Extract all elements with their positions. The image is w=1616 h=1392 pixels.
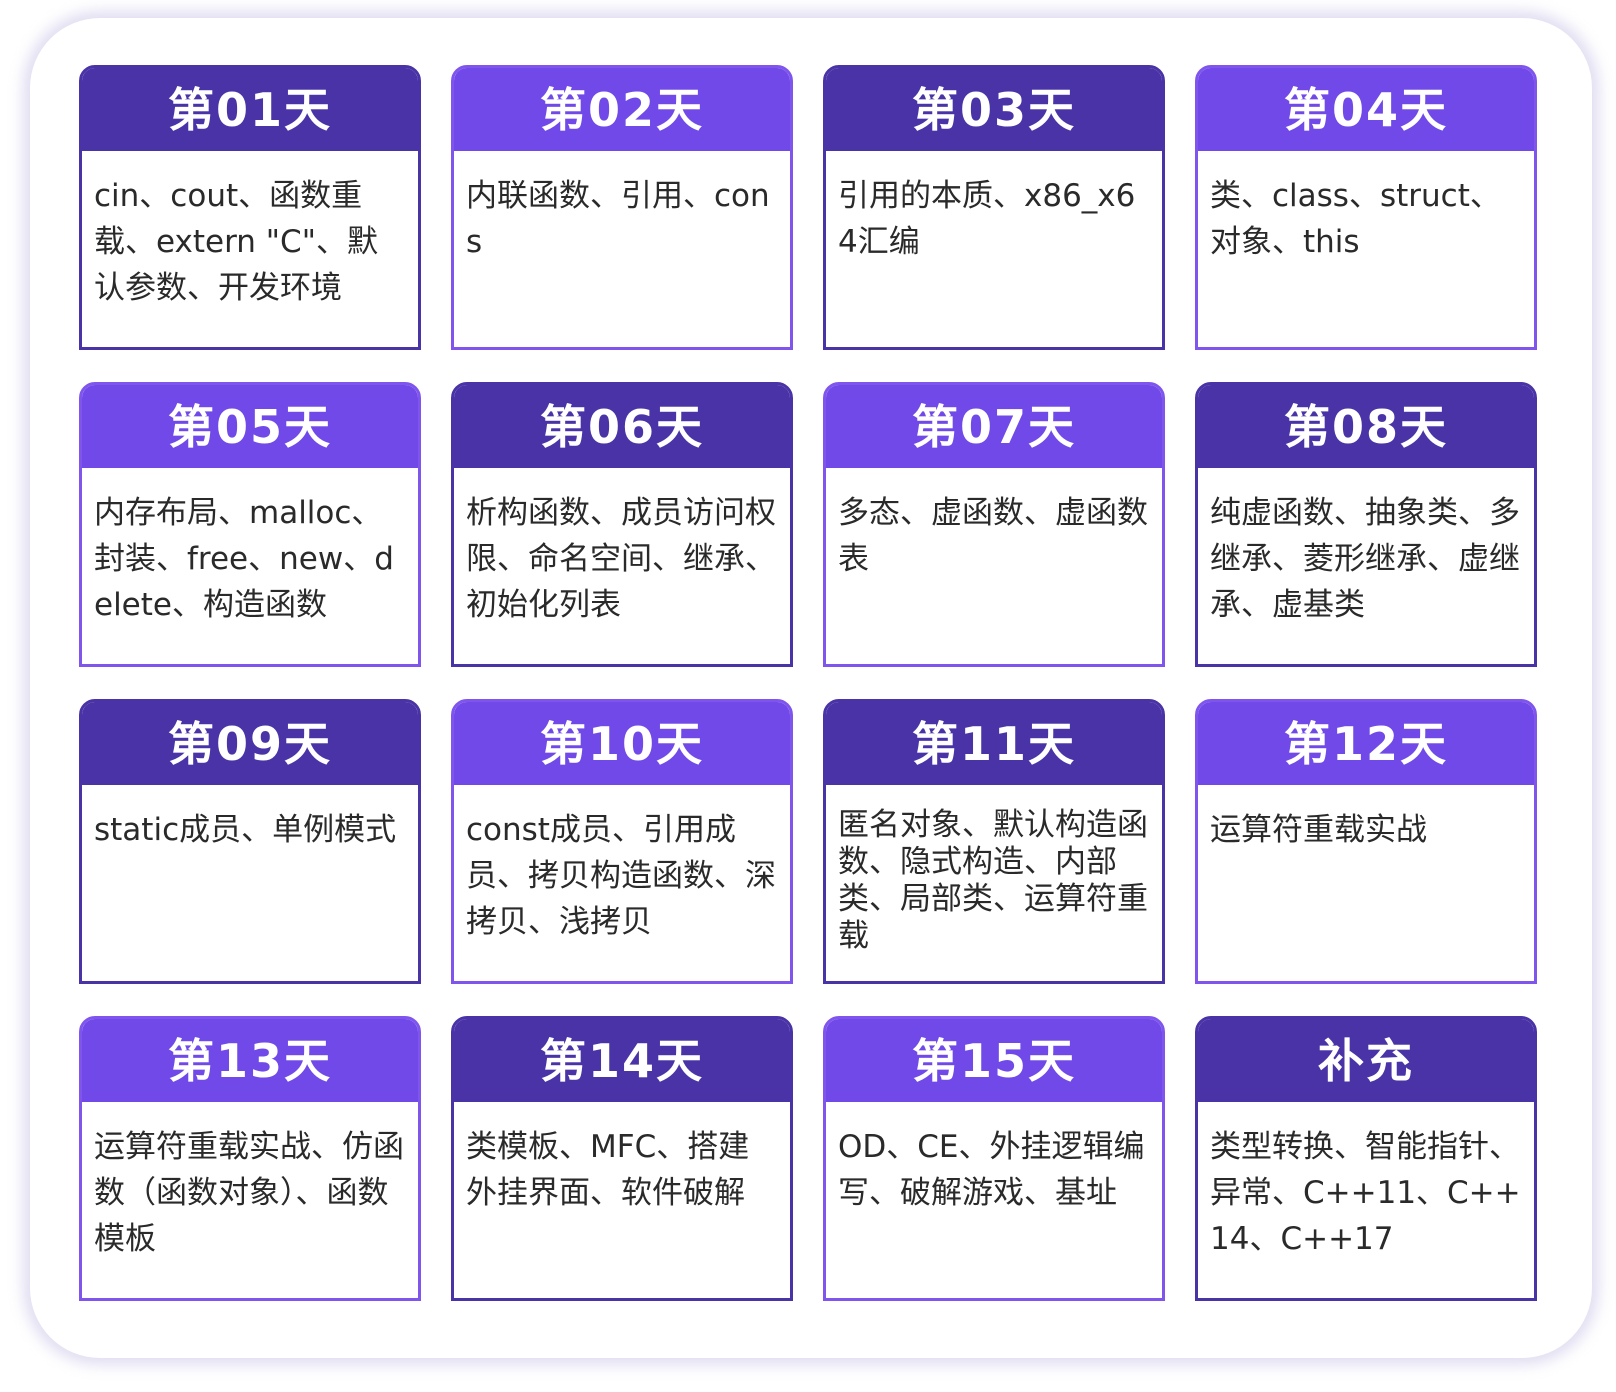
day-card-topics: 多态、虚函数、虚函数表	[838, 495, 1148, 577]
day-card-title: 第12天	[1283, 716, 1448, 771]
day-card-body: 内联函数、引用、cons	[454, 151, 790, 265]
day-card-header: 第02天	[454, 68, 790, 151]
day-card-topics: const成员、引用成员、拷贝构造函数、深拷贝、浅拷贝	[466, 812, 776, 940]
day-card-body: 内存布局、malloc、封装、free、new、delete、构造函数	[82, 468, 418, 628]
day-card-topics: 运算符重载实战、仿函数（函数对象）、函数模板	[94, 1129, 404, 1257]
day-card-header: 第05天	[82, 385, 418, 468]
day-card-title: 第13天	[167, 1033, 332, 1088]
day-card-body: const成员、引用成员、拷贝构造函数、深拷贝、浅拷贝	[454, 785, 790, 945]
day-card-body: 引用的本质、x86_x64汇编	[826, 151, 1162, 265]
day-card-topics: 内存布局、malloc、封装、free、new、delete、构造函数	[94, 495, 394, 623]
day-card-body: static成员、单例模式	[82, 785, 418, 853]
day-card-header: 第14天	[454, 1019, 790, 1102]
day-card-header: 第09天	[82, 702, 418, 785]
day-card-header: 第07天	[826, 385, 1162, 468]
day-card-body: cin、cout、函数重载、extern "C"、默认参数、开发环境	[82, 151, 418, 311]
day-card-body: 析构函数、成员访问权限、命名空间、继承、初始化列表	[454, 468, 790, 628]
day-card-body: 运算符重载实战	[1198, 785, 1534, 853]
day-card-topics: cin、cout、函数重载、extern "C"、默认参数、开发环境	[94, 178, 378, 306]
day-card-10: 第10天 const成员、引用成员、拷贝构造函数、深拷贝、浅拷贝	[451, 699, 793, 984]
day-card-07: 第07天 多态、虚函数、虚函数表	[823, 382, 1165, 667]
day-card-body: 类、class、struct、对象、this	[1198, 151, 1534, 265]
day-card-body: 运算符重载实战、仿函数（函数对象）、函数模板	[82, 1102, 418, 1262]
day-card-header: 第12天	[1198, 702, 1534, 785]
day-card-header: 第10天	[454, 702, 790, 785]
day-card-08: 第08天 纯虚函数、抽象类、多继承、菱形继承、虚继承、虚基类	[1195, 382, 1537, 667]
day-card-body: 纯虚函数、抽象类、多继承、菱形继承、虚继承、虚基类	[1198, 468, 1534, 628]
day-card-topics: 运算符重载实战	[1210, 812, 1427, 848]
day-card-body: 匿名对象、默认构造函数、隐式构造、内部类、局部类、运算符重载	[826, 785, 1162, 955]
day-card-09: 第09天 static成员、单例模式	[79, 699, 421, 984]
day-card-topics: 内联函数、引用、cons	[466, 178, 770, 260]
day-card-title: 第11天	[911, 716, 1076, 771]
day-card-topics: 类、class、struct、对象、this	[1210, 178, 1501, 260]
day-card-title: 第07天	[911, 399, 1076, 454]
day-card-title: 第03天	[911, 82, 1076, 137]
day-card-topics: OD、CE、外挂逻辑编写、破解游戏、基址	[838, 1129, 1145, 1211]
day-card-05: 第05天 内存布局、malloc、封装、free、new、delete、构造函数	[79, 382, 421, 667]
day-card-body: 多态、虚函数、虚函数表	[826, 468, 1162, 582]
day-card-header: 第11天	[826, 702, 1162, 785]
day-card-01: 第01天 cin、cout、函数重载、extern "C"、默认参数、开发环境	[79, 65, 421, 350]
day-card-topics: 引用的本质、x86_x64汇编	[838, 178, 1136, 260]
day-card-title: 第09天	[167, 716, 332, 771]
day-card-topics: static成员、单例模式	[94, 812, 397, 848]
day-card-topics: 析构函数、成员访问权限、命名空间、继承、初始化列表	[466, 495, 776, 623]
day-card-body: OD、CE、外挂逻辑编写、破解游戏、基址	[826, 1102, 1162, 1216]
day-card-title: 第01天	[167, 82, 332, 137]
day-card-body: 类型转换、智能指针、异常、C++11、C++14、C++17	[1198, 1102, 1534, 1262]
day-card-14: 第14天 类模板、MFC、搭建外挂界面、软件破解	[451, 1016, 793, 1301]
day-card-06: 第06天 析构函数、成员访问权限、命名空间、继承、初始化列表	[451, 382, 793, 667]
day-card-header: 第03天	[826, 68, 1162, 151]
day-card-topics: 纯虚函数、抽象类、多继承、菱形继承、虚继承、虚基类	[1210, 495, 1520, 623]
day-card-body: 类模板、MFC、搭建外挂界面、软件破解	[454, 1102, 790, 1216]
day-card-04: 第04天 类、class、struct、对象、this	[1195, 65, 1537, 350]
day-card-header: 第15天	[826, 1019, 1162, 1102]
day-card-title: 第02天	[539, 82, 704, 137]
day-card-title: 第04天	[1283, 82, 1448, 137]
day-card-header: 第04天	[1198, 68, 1534, 151]
day-card-title: 第05天	[167, 399, 332, 454]
day-card-header: 补充	[1198, 1019, 1534, 1102]
day-card-header: 第13天	[82, 1019, 418, 1102]
day-card-03: 第03天 引用的本质、x86_x64汇编	[823, 65, 1165, 350]
day-card-title: 第08天	[1283, 399, 1448, 454]
day-card-header: 第01天	[82, 68, 418, 151]
day-card-02: 第02天 内联函数、引用、cons	[451, 65, 793, 350]
day-card-title: 第06天	[539, 399, 704, 454]
day-card-title: 第15天	[911, 1033, 1076, 1088]
day-card-header: 第08天	[1198, 385, 1534, 468]
course-day-grid: 第01天 cin、cout、函数重载、extern "C"、默认参数、开发环境 …	[79, 65, 1537, 1301]
day-card-header: 第06天	[454, 385, 790, 468]
day-card-topics: 类模板、MFC、搭建外挂界面、软件破解	[466, 1129, 750, 1211]
day-card-topics: 匿名对象、默认构造函数、隐式构造、内部类、局部类、运算符重载	[838, 807, 1148, 954]
day-card-topics: 类型转换、智能指针、异常、C++11、C++14、C++17	[1210, 1129, 1521, 1257]
day-card-13: 第13天 运算符重载实战、仿函数（函数对象）、函数模板	[79, 1016, 421, 1301]
day-card-15: 第15天 OD、CE、外挂逻辑编写、破解游戏、基址	[823, 1016, 1165, 1301]
day-card-12: 第12天 运算符重载实战	[1195, 699, 1537, 984]
page: 第01天 cin、cout、函数重载、extern "C"、默认参数、开发环境 …	[0, 0, 1616, 1392]
day-card-title: 补充	[1318, 1033, 1414, 1088]
day-card-title: 第10天	[539, 716, 704, 771]
day-card-title: 第14天	[539, 1033, 704, 1088]
day-card-11: 第11天 匿名对象、默认构造函数、隐式构造、内部类、局部类、运算符重载	[823, 699, 1165, 984]
supplement-card: 补充 类型转换、智能指针、异常、C++11、C++14、C++17	[1195, 1016, 1537, 1301]
